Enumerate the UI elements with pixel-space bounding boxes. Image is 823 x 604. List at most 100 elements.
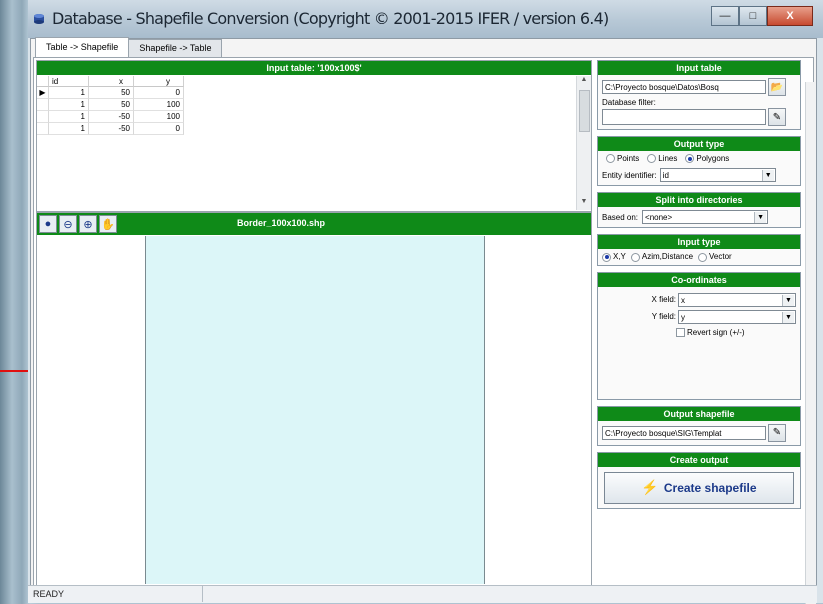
tab-table-to-shapefile[interactable]: Table -> Shapefile [35,37,130,57]
column-header-id[interactable]: id [49,76,89,87]
cell-id[interactable]: 1 [49,123,89,135]
radio-lines[interactable]: Lines [647,154,677,164]
filter-label: Database filter: [602,98,656,107]
panel-vertical-scrollbar[interactable] [805,82,816,604]
radio-polygons[interactable]: Polygons [685,154,729,164]
status-text: READY [28,586,203,602]
entity-identifier-select[interactable]: id ▼ [659,168,776,183]
radio-azim-distance[interactable]: Azim,Distance [630,252,693,262]
based-on-select[interactable]: <none> ▼ [642,210,769,225]
scroll-up-arrow-icon[interactable]: ▲ [577,76,591,88]
radio-circle-icon [647,154,657,164]
lightning-icon: ⚡ [641,479,659,496]
open-folder-icon[interactable]: 📂 [768,78,786,96]
cell-y[interactable]: 100 [134,99,184,111]
output-shapefile-section: Output shapefile C:\Proyecto bosque\SIG\… [597,405,801,446]
database-icon [34,14,44,24]
cell-y[interactable]: 0 [134,123,184,135]
input-table-panel: Input table: '100x100$' id x y ▶ 1 50 0 … [36,60,592,212]
tab-shapefile-to-table[interactable]: Shapefile -> Table [128,39,223,57]
x-field-label: X field: [651,295,676,305]
checkbox-icon [676,328,685,338]
radio-circle-icon [606,154,615,164]
close-button[interactable]: X [767,6,813,26]
client-area: Table -> Shapefile Shapefile -> Table In… [30,37,817,604]
input-table-path[interactable]: C:\Proyecto bosque\Datos\Bosq [602,80,766,94]
cell-y[interactable]: 0 [134,87,184,99]
chevron-down-icon: ▼ [754,212,767,224]
radio-circle-icon [630,252,640,262]
window-title: Database - Shapefile Conversion (Copyrig… [52,9,609,28]
tab-content: Input table: '100x100$' id x y ▶ 1 50 0 … [33,57,816,604]
save-file-icon[interactable]: ✎ [768,423,786,442]
app-window: Database - Shapefile Conversion (Copyrig… [28,0,823,604]
radio-circle-icon [698,252,708,262]
edit-filter-icon[interactable]: ✎ [768,108,786,126]
row-current-marker: ▶ [37,87,49,99]
column-header-y[interactable]: y [134,76,184,87]
map-panel: ● ⊖ ⊕ ✋ Border_100x100.shp [36,212,592,587]
title-bar: Database - Shapefile Conversion (Copyrig… [28,0,823,38]
section-header: Co-ordinates [598,272,800,287]
output-shapefile-path[interactable]: C:\Proyecto bosque\SIG\Templat [602,425,766,440]
cell-y[interactable]: 100 [134,111,184,123]
minimize-button[interactable]: — [711,6,739,26]
grid-vertical-scrollbar[interactable]: ▲ ▼ [576,76,591,210]
radio-circle-icon [685,154,695,164]
map-title: Border_100x100.shp [237,218,326,228]
cell-x[interactable]: -50 [89,123,134,135]
radio-circle-icon [602,252,611,262]
row-selector[interactable] [37,99,49,111]
maximize-button[interactable]: □ [739,6,767,26]
output-type-section: Output type Points Lines Polygons Entity… [597,136,801,187]
section-header: Input table [598,61,800,75]
radio-vector[interactable]: Vector [698,252,732,262]
chevron-down-icon: ▼ [782,311,794,323]
zoom-out-icon[interactable]: ⊖ [59,215,77,233]
settings-panel: Input table C:\Proyecto bosque\Datos\Bos… [597,60,801,509]
table-row[interactable]: ▶ 1 50 0 [37,87,577,99]
cell-x[interactable]: 50 [89,99,134,111]
entity-identifier-label: Entity identifier: [602,170,657,180]
table-row[interactable]: 1 50 100 [37,99,577,111]
cell-x[interactable]: 50 [89,87,134,99]
create-shapefile-button[interactable]: ⚡ Create shapefile [604,471,794,504]
x-field-select[interactable]: x ▼ [678,292,796,307]
pan-icon[interactable]: ✋ [99,215,117,233]
table-row[interactable]: 1 -50 0 [37,123,577,135]
create-output-section: Create output ⚡ Create shapefile [597,451,801,509]
scroll-thumb[interactable] [579,90,590,132]
polygon-shape [145,236,485,584]
section-header: Split into directories [598,193,800,208]
column-header-x[interactable]: x [89,76,134,87]
table-row[interactable]: 1 -50 100 [37,111,577,123]
cell-x[interactable]: -50 [89,111,134,123]
y-field-label: Y field: [651,312,676,322]
y-field-select[interactable]: y ▼ [678,309,796,324]
section-header: Create output [598,452,800,467]
revert-sign-checkbox[interactable]: Revert sign (+/-) [602,328,796,338]
map-toolbar: ● ⊖ ⊕ ✋ Border_100x100.shp [37,213,591,235]
grid-header: id x y [37,76,577,87]
status-bar: READY [28,585,817,603]
chevron-down-icon: ▼ [761,170,774,182]
tab-strip: Table -> Shapefile Shapefile -> Table [35,37,223,57]
coordinates-section: Co-ordinates X field: x ▼ Y field: y ▼ R… [597,271,801,400]
section-header: Output type [598,137,800,151]
row-selector[interactable] [37,111,49,123]
radio-xy[interactable]: X,Y [602,252,626,262]
left-area: Input table: '100x100$' id x y ▶ 1 50 0 … [36,60,592,587]
cell-id[interactable]: 1 [49,99,89,111]
scroll-down-arrow-icon[interactable]: ▼ [577,198,591,210]
cell-id[interactable]: 1 [49,87,89,99]
based-on-label: Based on: [602,212,639,222]
database-filter-input[interactable] [602,109,766,125]
globe-icon[interactable]: ● [39,215,57,233]
cell-id[interactable]: 1 [49,111,89,123]
chevron-down-icon: ▼ [782,294,794,306]
zoom-in-icon[interactable]: ⊕ [79,215,97,233]
split-section: Split into directories Based on: <none> … [597,192,801,229]
row-selector-header [37,76,49,87]
row-selector[interactable] [37,123,49,135]
radio-points[interactable]: Points [606,154,639,164]
